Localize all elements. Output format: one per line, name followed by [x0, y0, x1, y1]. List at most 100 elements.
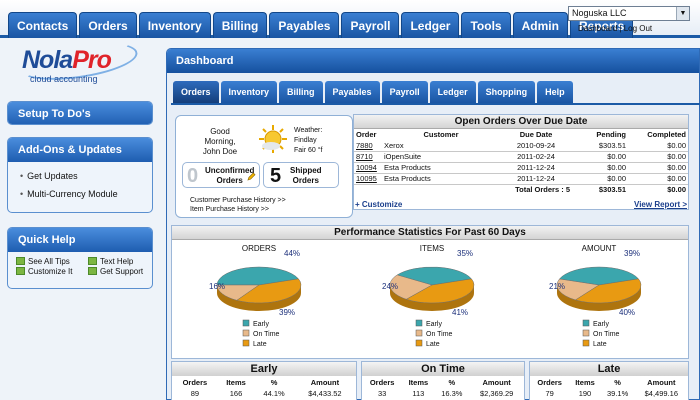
performance-pie-charts: ORDERS 44% 16% 39% Early On Time Late ITEMS 35% 2…	[209, 244, 642, 348]
logo-wordmark: NolaPro	[22, 46, 112, 75]
nav-tab-tools[interactable]: Tools	[461, 12, 511, 38]
col-completed: Completed	[647, 130, 686, 139]
orders-legend-swatch-on-time	[242, 329, 250, 337]
pending-cell: $0.00	[572, 151, 628, 163]
get-support-link[interactable]: Get Support	[88, 267, 152, 276]
orders-cell: 89	[190, 389, 200, 398]
support-icon	[88, 267, 97, 275]
view-report-link[interactable]: View Report >	[634, 200, 687, 209]
tab-billing[interactable]: Billing	[279, 81, 323, 103]
performance-panel: Performance Statistics For Past 60 Days …	[171, 225, 689, 359]
get-updates-link[interactable]: Get Updates	[8, 162, 152, 181]
nav-tab-payables[interactable]: Payables	[269, 12, 340, 38]
see-all-tips-link[interactable]: See All Tips	[16, 257, 88, 266]
text-help-link[interactable]: Text Help	[88, 257, 152, 266]
tab-underline	[171, 103, 700, 105]
purchase-history-links: Customer Purchase History >> Item Purcha…	[190, 196, 286, 214]
table-row: 89 166 44.1% $4,433.52	[172, 388, 356, 399]
order-number[interactable]: 10094	[356, 163, 377, 172]
nav-tab-admin[interactable]: Admin	[512, 12, 568, 38]
late-table: Orders Items % Amount 79 190 39.1% $4,49…	[530, 376, 688, 399]
order-number[interactable]: 8710	[356, 152, 373, 161]
order-number-link[interactable]: 7880	[354, 140, 382, 152]
due-date-cell: 2011-02-24	[500, 151, 572, 163]
shipped-label: Shipped Orders	[290, 166, 322, 186]
item-purchase-history-link[interactable]: Item Purchase History >>	[190, 205, 286, 214]
early-title: Early	[172, 362, 356, 376]
order-number-link[interactable]: 10094	[354, 162, 382, 174]
col-items: Items	[226, 377, 246, 387]
tab-orders[interactable]: Orders	[173, 81, 219, 103]
order-number-link[interactable]: 10095	[354, 173, 382, 185]
amount-legend-early: Early	[593, 321, 609, 328]
customize-icon	[16, 267, 25, 275]
due-date-cell: 2011-12-24	[500, 162, 572, 174]
table-row: 10094 Esta Products 2011-12-24 $0.00 $0.…	[354, 162, 688, 174]
orders-pie-chart: ORDERS 44% 16% 39% Early On Time Late	[209, 244, 302, 348]
table-header-row: Order Customer Due Date Pending Complete…	[354, 129, 688, 140]
chevron-down-icon: ▼	[676, 7, 689, 20]
orders-legend-late: Late	[253, 341, 267, 348]
amount-cell: $4,433.52	[308, 389, 342, 398]
completed-cell: $0.00	[628, 151, 688, 163]
tab-help[interactable]: Help	[537, 81, 573, 103]
orders-chart-title: ORDERS	[242, 244, 276, 253]
order-number[interactable]: 10095	[356, 174, 377, 183]
nav-tab-ledger[interactable]: Ledger	[401, 12, 460, 38]
unconfirmed-orders-box[interactable]: 0 Unconfirmed Orders	[182, 162, 260, 188]
pending-cell: $0.00	[572, 173, 628, 185]
col-percent: %	[448, 377, 456, 387]
dashboard-link[interactable]: Dashboard	[578, 24, 617, 33]
quick-help-links: See All Tips Text Help Customize It Get …	[8, 252, 152, 276]
user-name: John Doe	[202, 147, 238, 156]
shipped-orders-box[interactable]: 5 Shipped Orders	[263, 162, 339, 188]
items-legend-on-time: On Time	[426, 331, 453, 338]
amount-cell: $2,369.29	[479, 389, 514, 398]
weather-desc: Fair 60 °f	[294, 147, 323, 154]
col-order: Order	[356, 130, 377, 139]
tab-ledger[interactable]: Ledger	[429, 81, 476, 103]
customer-purchase-history-link[interactable]: Customer Purchase History >>	[190, 196, 286, 205]
total-count: 5	[565, 185, 570, 195]
get-support-label: Get Support	[100, 267, 144, 276]
customer-cell: Xerox	[382, 140, 500, 152]
dashboard-title: Dashboard	[167, 49, 699, 73]
amount-chart-title: AMOUNT	[582, 244, 617, 253]
nav-tab-contacts[interactable]: Contacts	[8, 12, 78, 38]
order-number-link[interactable]: 8710	[354, 151, 382, 163]
tab-payroll[interactable]: Payroll	[381, 81, 428, 103]
tab-payables[interactable]: Payables	[324, 81, 380, 103]
logo-tagline: cloud accounting	[30, 74, 98, 84]
customer-cell: iOpenSuite	[382, 151, 500, 163]
see-all-tips-label: See All Tips	[28, 257, 70, 266]
tab-inventory[interactable]: Inventory	[220, 81, 278, 103]
completed-cell: $0.00	[628, 162, 688, 174]
on-time-table: Orders Items % Amount 33 113 16.3% $2,36…	[362, 376, 524, 399]
dashboard-panel: Dashboard Orders Inventory Billing Payab…	[166, 48, 700, 400]
addons-updates-box: Add-Ons & Updates Get Updates Multi-Curr…	[7, 137, 153, 213]
total-label-cell: Total Orders : 5	[382, 184, 572, 195]
logo-word-nola: Nola	[22, 46, 73, 74]
performance-title: Performance Statistics For Past 60 Days	[172, 226, 688, 240]
items-cell: 190	[578, 389, 592, 398]
logout-link[interactable]: Log Out	[624, 24, 652, 33]
customize-link[interactable]: + Customize	[355, 200, 402, 209]
multi-currency-link[interactable]: Multi-Currency Module	[8, 181, 152, 199]
pending-cell: $303.51	[572, 140, 628, 152]
company-select[interactable]: Noguska LLC ▼	[568, 6, 690, 21]
nolapro-logo[interactable]: NolaPro cloud accounting	[16, 35, 140, 92]
col-amount: Amount	[647, 377, 676, 387]
customize-it-link[interactable]: Customize It	[16, 267, 88, 276]
setup-todos-box[interactable]: Setup To Do's	[7, 101, 153, 125]
nav-tab-inventory[interactable]: Inventory	[138, 12, 211, 38]
welcome-panel: Good Morning, John Doe Weather: Findlay …	[175, 115, 353, 218]
nav-tab-payroll[interactable]: Payroll	[341, 12, 400, 38]
order-number[interactable]: 7880	[356, 141, 373, 150]
nav-tab-billing[interactable]: Billing	[212, 12, 268, 38]
tab-shopping[interactable]: Shopping	[477, 81, 536, 103]
help-icon	[88, 257, 97, 265]
items-label-late: 41%	[452, 308, 468, 317]
early-stats-table: Early Orders Items % Amount 89 166 44.1%…	[171, 361, 357, 400]
nav-tab-orders[interactable]: Orders	[79, 12, 137, 38]
company-select-value: Noguska LLC	[572, 8, 627, 18]
